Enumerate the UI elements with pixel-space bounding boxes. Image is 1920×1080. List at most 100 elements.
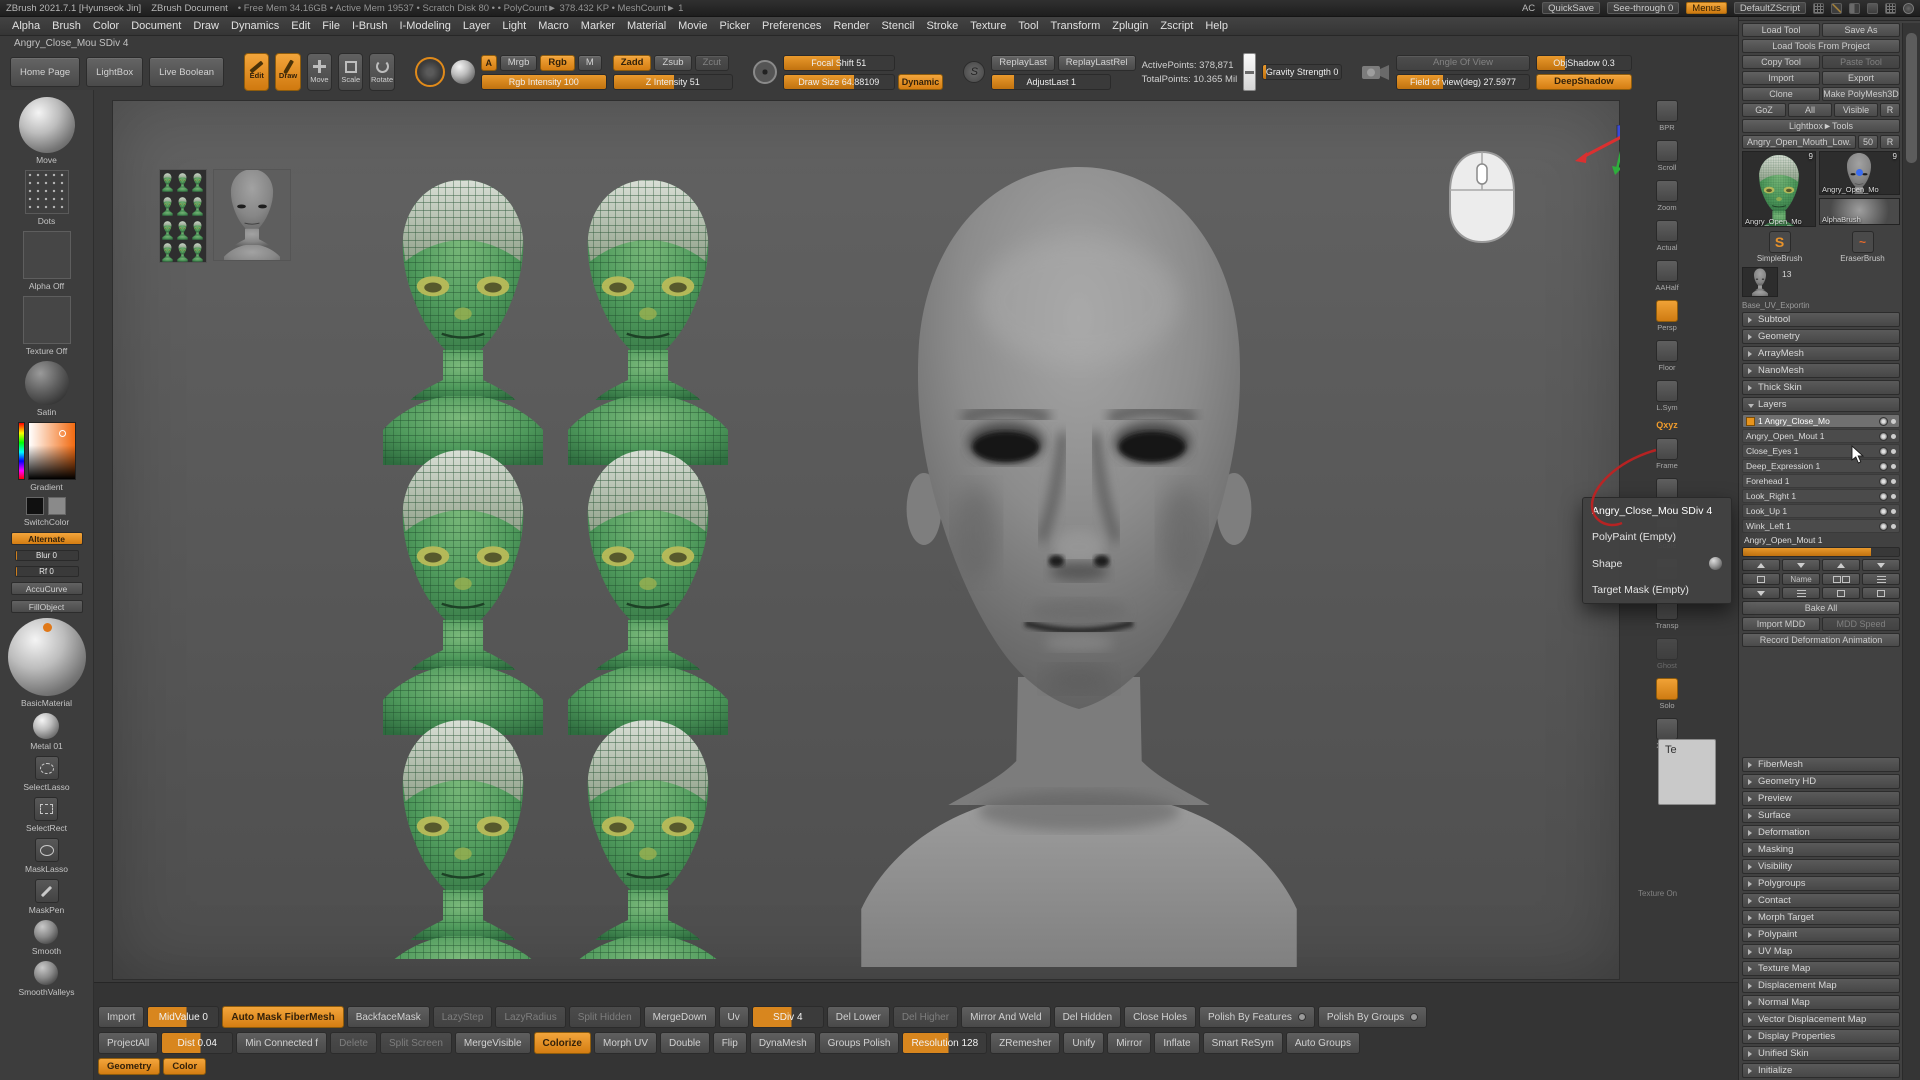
select-rect-brush[interactable]: SelectRect <box>26 797 67 833</box>
tool-section[interactable]: Displacement Map <box>1742 978 1900 993</box>
layer-row[interactable]: Forehead 1 <box>1742 474 1900 488</box>
tool-section[interactable]: NanoMesh <box>1742 363 1900 378</box>
bottom-button[interactable]: Del Higher <box>893 1006 958 1028</box>
alternate-button[interactable]: Alternate <box>11 532 83 545</box>
popup-item-polypaint[interactable]: PolyPaint (Empty) <box>1583 524 1731 550</box>
bottom-button[interactable]: BackfaceMask <box>347 1006 430 1028</box>
palette-tab[interactable]: Color <box>163 1058 206 1075</box>
right-shelf-button[interactable]: AAHalf <box>1655 260 1678 292</box>
default-zscript-button[interactable]: DefaultZScript <box>1734 2 1806 14</box>
popup-item-target-mask[interactable]: Target Mask (Empty) <box>1583 577 1731 603</box>
bottom-button[interactable]: Close Holes <box>1124 1006 1196 1028</box>
objshadow-slider[interactable]: ObjShadow 0.3 <box>1536 55 1632 71</box>
rgb-intensity-slider[interactable]: Rgb Intensity 100 <box>481 74 607 90</box>
menu-item[interactable]: Color <box>93 20 119 32</box>
rgb-button[interactable]: Rgb <box>540 55 574 71</box>
active-tool-thumbnail[interactable]: 9 Angry_Open_Mo <box>1742 151 1816 227</box>
color-swatch[interactable]: A <box>481 55 497 71</box>
bottom-button[interactable]: Inflate <box>1154 1032 1199 1054</box>
brush-selector[interactable]: Move <box>19 97 75 165</box>
adjust-last-slider[interactable]: AdjustLast 1 <box>991 74 1111 90</box>
bottom-button[interactable]: Polish By Groups <box>1318 1006 1427 1028</box>
mrgb-button[interactable]: Mrgb <box>500 55 538 71</box>
zadd-button[interactable]: Zadd <box>613 55 652 71</box>
layer-select-down-button[interactable] <box>1742 587 1780 599</box>
goz-visible-button[interactable]: Visible <box>1834 103 1878 117</box>
menu-item[interactable]: Help <box>1205 20 1228 32</box>
fov-slider[interactable]: Field of view(deg) 27.5977 <box>1396 74 1530 90</box>
tool-section[interactable]: Visibility <box>1742 859 1900 874</box>
layer-intensity-slider[interactable] <box>1742 547 1900 557</box>
menu-item[interactable]: Material <box>627 20 666 32</box>
lightbox-tools-button[interactable]: Lightbox►Tools <box>1742 119 1900 133</box>
gradient-label[interactable]: Gradient <box>30 482 63 492</box>
menu-item[interactable]: Movie <box>678 20 707 32</box>
bottom-button[interactable]: DynaMesh <box>750 1032 816 1054</box>
bottom-button[interactable]: Split Screen <box>380 1032 452 1054</box>
layer-intensity-dot[interactable] <box>1891 524 1896 529</box>
bottom-button[interactable]: Groups Polish <box>819 1032 900 1054</box>
menu-item[interactable]: Stroke <box>926 20 958 32</box>
make-polymesh3d-button[interactable]: Make PolyMesh3D <box>1822 87 1900 101</box>
goz-button[interactable]: GoZ <box>1742 103 1786 117</box>
panel-icon[interactable] <box>1867 3 1878 14</box>
layer-eye-icon[interactable] <box>1879 432 1888 441</box>
tool-section[interactable]: ArrayMesh <box>1742 346 1900 361</box>
mdd-speed-slider[interactable]: MDD Speed <box>1822 617 1900 631</box>
tool-section[interactable]: UV Map <box>1742 944 1900 959</box>
switch-color[interactable]: SwitchColor <box>24 497 69 527</box>
live-boolean-button[interactable]: Live Boolean <box>149 57 224 87</box>
split-view-icon[interactable] <box>1849 3 1860 14</box>
bottom-button[interactable]: Unify <box>1063 1032 1104 1054</box>
menu-item[interactable]: I-Modeling <box>399 20 450 32</box>
layer-row[interactable]: Look_Up 1 <box>1742 504 1900 518</box>
recent-tool-thumbnail[interactable]: 9 Angry_Open_Mo <box>1819 151 1900 195</box>
layer-new-button[interactable] <box>1742 573 1780 585</box>
bottom-button[interactable]: Delete <box>330 1032 377 1054</box>
scale-button[interactable]: Scale <box>338 53 363 91</box>
angle-of-view-button[interactable]: Angle Of View <box>1396 55 1530 71</box>
refresh-icon[interactable] <box>1903 3 1914 14</box>
bottom-button[interactable]: Polish By Features <box>1199 1006 1315 1028</box>
see-through-slider[interactable]: See-through 0 <box>1607 2 1679 14</box>
layer-eye-icon[interactable] <box>1879 507 1888 516</box>
menu-item[interactable]: File <box>322 20 340 32</box>
layer-invert-button[interactable] <box>1862 587 1900 599</box>
tool-section[interactable]: Vector Displacement Map <box>1742 1012 1900 1027</box>
bottom-button[interactable]: SDiv 4 <box>752 1006 824 1028</box>
right-shelf-button[interactable]: Ghost <box>1656 638 1678 670</box>
bottom-button[interactable]: ZRemesher <box>990 1032 1060 1054</box>
menu-item[interactable]: Stencil <box>881 20 914 32</box>
right-shelf-button[interactable]: Qxyz <box>1656 420 1678 430</box>
layer-row[interactable]: Deep_Expression 1 <box>1742 459 1900 473</box>
layer-eye-icon[interactable] <box>1879 417 1888 426</box>
layer-duplicate-button[interactable] <box>1822 573 1860 585</box>
menu-item[interactable]: Macro <box>538 20 569 32</box>
layer-up-button[interactable] <box>1742 559 1780 571</box>
material-selector[interactable]: Satin <box>25 361 69 417</box>
reference-head-thumbnail[interactable] <box>213 169 291 261</box>
tool-section[interactable]: Deformation <box>1742 825 1900 840</box>
menu-item[interactable]: Dynamics <box>231 20 279 32</box>
zsub-button[interactable]: Zsub <box>654 55 691 71</box>
tool-section[interactable]: Display Properties <box>1742 1029 1900 1044</box>
layer-row[interactable]: 1 Angry_Close_Mo <box>1742 414 1900 428</box>
edit-button[interactable]: Edit <box>244 53 269 91</box>
m-button[interactable]: M <box>578 55 602 71</box>
focal-shift-slider[interactable]: Focal Shift 51 <box>783 55 895 71</box>
base-tool-thumbnail[interactable] <box>1742 267 1778 297</box>
smooth-valleys-brush[interactable]: SmoothValleys <box>18 961 74 997</box>
menu-item[interactable]: Zplugin <box>1112 20 1148 32</box>
menu-item[interactable]: Document <box>131 20 181 32</box>
vertical-gauge-slider[interactable] <box>1243 53 1256 91</box>
current-tool-name[interactable]: Angry_Open_Mouth_Low. <box>1742 135 1856 149</box>
layer-intensity-dot[interactable] <box>1891 479 1896 484</box>
paste-tool-button[interactable]: Paste Tool <box>1822 55 1900 69</box>
menu-item[interactable]: Transform <box>1051 20 1101 32</box>
import-mdd-button[interactable]: Import MDD <box>1742 617 1820 631</box>
z-intensity-slider[interactable]: Z Intensity 51 <box>613 74 733 90</box>
saturation-value-box[interactable] <box>28 422 76 480</box>
hue-bar[interactable] <box>18 422 25 480</box>
bottom-button[interactable]: Mirror And Weld <box>961 1006 1051 1028</box>
bottom-button[interactable]: MergeVisible <box>455 1032 531 1054</box>
